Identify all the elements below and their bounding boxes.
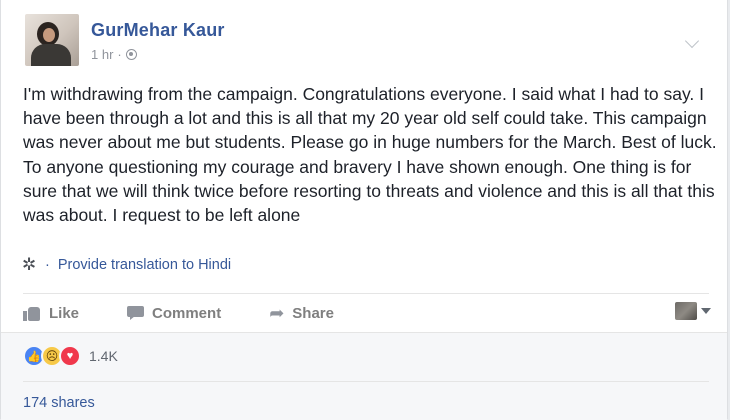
globe-icon[interactable] (125, 49, 137, 60)
chevron-down-icon[interactable] (684, 33, 700, 49)
translate-link[interactable]: Provide translation to Hindi (58, 257, 231, 273)
post-as-selector[interactable] (675, 302, 711, 320)
reaction-count[interactable]: 1.4K (89, 348, 118, 364)
divider (23, 381, 709, 382)
share-arrow-icon: ➦ (269, 303, 285, 323)
reactions-section: 👍 ☹ ♥ 1.4K 174 shares (1, 332, 727, 420)
post-text: I'm withdrawing from the campaign. Congr… (23, 84, 717, 226)
post-time[interactable]: 1 hr (91, 47, 113, 62)
meta-separator: · (117, 47, 122, 62)
comment-label: Comment (152, 304, 222, 322)
comment-button[interactable]: Comment (127, 305, 221, 322)
comment-icon (127, 306, 145, 320)
action-bar: Like Comment ➦ Share (23, 298, 711, 328)
post-header: GurMehar Kaur 1 hr · (21, 14, 711, 70)
like-button[interactable]: Like (23, 305, 79, 322)
divider (23, 293, 709, 294)
post-card: GurMehar Kaur 1 hr · I'm withdrawing fro… (0, 0, 728, 420)
shares-count-link[interactable]: 174 shares (23, 395, 95, 411)
viewer-avatar (675, 302, 697, 320)
love-reaction-icon: ♥ (59, 345, 81, 367)
author-name[interactable]: GurMehar Kaur (91, 20, 225, 41)
caret-down-icon (701, 308, 711, 314)
like-label: Like (49, 304, 80, 322)
gear-icon[interactable] (22, 255, 37, 275)
translation-link-row[interactable]: · Provide translation to Hindi (22, 255, 231, 275)
thumbs-up-icon (23, 306, 41, 321)
author-avatar[interactable] (25, 14, 79, 66)
reactions-summary[interactable]: 👍 ☹ ♥ 1.4K (23, 345, 118, 367)
share-button[interactable]: ➦ Share (269, 304, 334, 322)
share-label: Share (292, 304, 334, 322)
translate-separator: · (45, 257, 50, 273)
post-meta: 1 hr · (91, 47, 137, 62)
